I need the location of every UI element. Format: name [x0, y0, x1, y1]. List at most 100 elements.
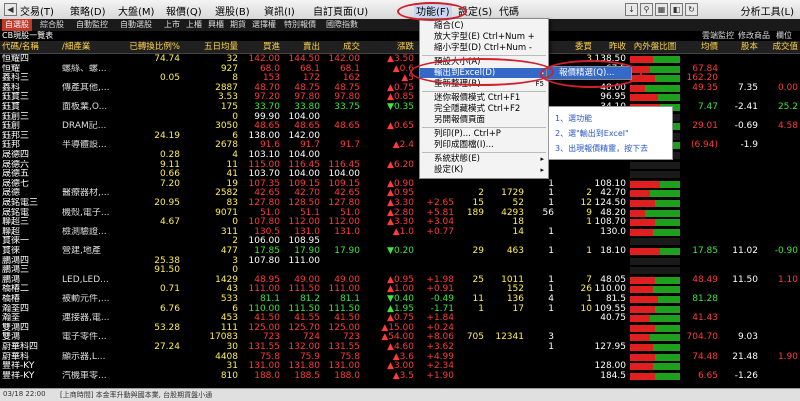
list-title: CB現股一覽表: [2, 31, 54, 40]
menu-strategy[interactable]: 策略(D): [70, 3, 106, 18]
tab-auto-monitor[interactable]: 自動監控: [76, 19, 108, 31]
ratio-bar-outer: [655, 353, 680, 361]
columns-link[interactable]: 欄位: [776, 31, 792, 41]
menu-item-9[interactable]: 列印(P)... Ctrl+P: [420, 129, 548, 139]
tab-intl-index[interactable]: 國際指數: [326, 19, 358, 31]
cloud-monitor-link[interactable]: 雲端監控: [702, 31, 734, 41]
tab-auto-screen[interactable]: 自動選股: [120, 19, 152, 31]
menu-quote[interactable]: 報價(Q): [166, 3, 202, 18]
menu-item-1[interactable]: 放大字型(E) Ctrl+Num +: [420, 32, 548, 42]
tab-emerging[interactable]: 興櫃: [208, 19, 224, 31]
ratio-bar: [630, 324, 680, 332]
menu-screener[interactable]: 選股(B): [215, 3, 250, 18]
menu-item-3[interactable]: 預設大小(A): [420, 57, 548, 67]
tab-futures[interactable]: 期貨: [230, 19, 246, 31]
tab-options[interactable]: 選擇權: [252, 19, 276, 31]
col-buy-qty[interactable]: 委買: [556, 41, 592, 53]
sort-icon[interactable]: ↓: [625, 3, 638, 16]
menu-item-2[interactable]: 縮小字型(D) Ctrl+Num -: [420, 43, 548, 53]
menu-separator: [422, 55, 546, 56]
col-change[interactable]: 漲跌: [368, 41, 414, 53]
ratio-bar-inner: [630, 190, 650, 198]
ratio-bar: [630, 161, 680, 169]
menu-item-8[interactable]: 另開報價頁面: [420, 115, 548, 125]
ratio-bar: [630, 238, 680, 246]
menu-separator: [422, 127, 546, 128]
tab-watchlist[interactable]: 自選股: [2, 19, 32, 31]
menu-item-arrow: ▸: [540, 155, 544, 163]
back-icon[interactable]: ◀: [4, 3, 17, 16]
col-amount[interactable]: 成交值: [758, 41, 798, 53]
link-icon[interactable]: ⚲: [640, 3, 653, 16]
menu-separator: [422, 91, 546, 92]
ratio-bar: [630, 296, 680, 303]
menu-item-arrow: ▸: [540, 166, 544, 174]
ratio-bar-outer: [655, 200, 680, 207]
cell-vol: +1.90: [426, 370, 454, 381]
col-converted[interactable]: 已轉換比例%: [110, 41, 180, 53]
edit-symbol-link[interactable]: 修改商品: [738, 31, 770, 41]
menu-market[interactable]: 大盤(M): [118, 3, 154, 18]
col-prev-close[interactable]: 昨收: [592, 41, 626, 53]
col-capital[interactable]: 股本: [718, 41, 758, 53]
ratio-bar-outer: [650, 190, 680, 198]
cell-avg: 810: [220, 370, 238, 381]
cell-cv: [110, 371, 180, 382]
ratio-bar: [630, 56, 680, 63]
menu-item-11[interactable]: 系統狀態(E) ▸: [420, 154, 548, 164]
tab-listed[interactable]: 上市: [164, 19, 180, 31]
menu-code[interactable]: 代碼: [499, 3, 519, 18]
menu-item-6[interactable]: 迷你報價模式 Ctrl+F1: [420, 93, 548, 103]
analysis-tools-menu[interactable]: 分析工具(L): [741, 3, 794, 18]
tab-otc[interactable]: 上櫃: [186, 19, 202, 31]
menu-settings[interactable]: 設定(S): [458, 3, 492, 18]
col-name[interactable]: 代碼/名稱: [2, 41, 62, 53]
menu-custom-page[interactable]: 自訂頁面(U): [313, 3, 368, 18]
table-header: 代碼/名稱 /細產業 已轉換比例% 五日均量 買進 賣出 成交 漲跌 委買 昨收…: [0, 41, 800, 54]
grid-icon[interactable]: ▦: [655, 3, 668, 16]
note-step-2: 2、選"輸出到Excel": [555, 129, 629, 138]
tab-special-quote[interactable]: 特別報價: [284, 19, 316, 31]
cell-amt: [758, 371, 798, 382]
menu-info[interactable]: 資訊(I): [264, 3, 295, 18]
table-row[interactable]: 豐祥-KY 汽機車零... 810 188.0 188.5 188.0 ▲3.5 +1.90 1…: [0, 371, 800, 382]
ratio-bar-inner: [630, 94, 658, 102]
col-bid[interactable]: 買進: [238, 41, 280, 53]
refresh-icon[interactable]: ↻: [685, 3, 698, 16]
col-ratio[interactable]: 內外盤比圖: [628, 41, 682, 53]
ratio-bar-outer: [652, 363, 680, 371]
menu-item-5[interactable]: 重新整理(R) F5: [420, 79, 548, 89]
col-ask[interactable]: 賣出: [280, 41, 320, 53]
status-bar: 03/18 22:00 [上商時間] 本金率升動與國本業, 台股期貨盤小通: [0, 388, 800, 401]
ratio-bar-inner: [630, 372, 655, 380]
ratio-bar-inner: [630, 334, 650, 342]
menu-item-0[interactable]: 縮合(C): [420, 21, 548, 31]
col-avg-vol[interactable]: 五日均量: [180, 41, 238, 53]
ratio-bar: [630, 363, 680, 371]
menu-item-7[interactable]: 完全隱藏模式 Ctrl+F2: [420, 104, 548, 114]
menu-item-12[interactable]: 設定(K) ▸: [420, 165, 548, 175]
submenu-quote-wizard[interactable]: 報價精選(Q)...: [547, 67, 631, 79]
col-last[interactable]: 成交: [320, 41, 360, 53]
chart-icon[interactable]: ◧: [670, 3, 683, 16]
menu-item-label: 系統狀態(E): [434, 154, 481, 164]
menu-item-10[interactable]: 列印成圖檔(I)...: [420, 140, 548, 150]
cell-avgp: 6.65: [697, 370, 718, 381]
cell-ask: 188.5: [294, 370, 320, 381]
ratio-bar-inner: [630, 180, 660, 188]
ratio-bar-inner: [630, 219, 655, 227]
col-avg-price[interactable]: 均價: [682, 41, 718, 53]
menu-trade[interactable]: 交易(T): [20, 3, 54, 18]
col-industry[interactable]: /細產業: [62, 41, 110, 53]
menu-item-label: 重新整理(R): [434, 79, 481, 89]
cell-v1: [454, 371, 484, 382]
menu-item-4[interactable]: 輸出到Excel(D) ▸: [420, 68, 548, 78]
menu-function[interactable]: 功能(F): [414, 3, 452, 18]
ratio-bar-outer: [650, 315, 680, 323]
ratio-bar-outer: [655, 75, 680, 83]
ratio-bar: [630, 372, 680, 380]
ratio-bar-outer: [655, 372, 680, 380]
menu-item-label: 完全隱藏模式 Ctrl+F2: [434, 104, 521, 114]
tab-composite[interactable]: 綜合股: [40, 19, 64, 31]
ratio-bar: [630, 344, 680, 351]
